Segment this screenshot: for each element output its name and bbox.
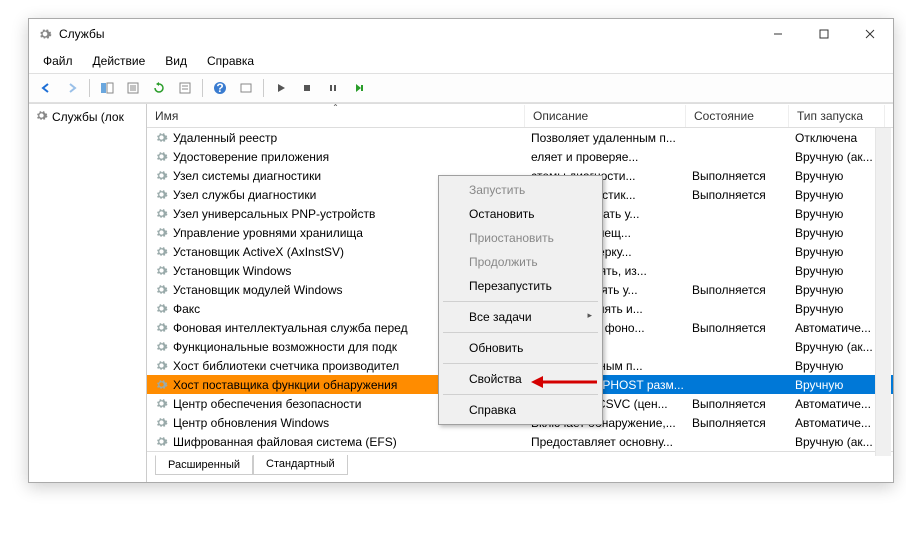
back-button[interactable] [35,77,57,99]
close-button[interactable] [847,19,893,49]
service-icon [153,321,169,334]
service-icon [153,378,169,391]
restart-service-button[interactable] [348,77,370,99]
cell-desc: еляет и проверяе... [531,150,692,164]
ctx-start: Запустить [441,178,600,202]
tab-extended[interactable]: Расширенный [155,455,253,475]
start-service-button[interactable] [270,77,292,99]
services-icon [37,26,53,42]
show-hide-tree-button[interactable] [96,77,118,99]
bottom-tabs: Расширенный Стандартный [147,451,893,482]
service-icon [153,188,169,201]
help-button[interactable]: ? [209,77,231,99]
table-row[interactable]: Шифрованная файловая система (EFS)Предос… [147,432,893,451]
cell-state: Выполняется [692,169,795,183]
menubar: Файл Действие Вид Справка [29,49,893,73]
titlebar: Службы [29,19,893,49]
tab-standard[interactable]: Стандартный [253,455,348,475]
service-icon [153,416,169,429]
sort-indicator-icon: ⌃ [332,103,339,112]
forward-button[interactable] [61,77,83,99]
cell-state: Выполняется [692,416,795,430]
context-menu: Запустить Остановить Приостановить Продо… [438,175,603,425]
stop-service-button[interactable] [296,77,318,99]
properties-button[interactable] [174,77,196,99]
service-icon [153,340,169,353]
table-row[interactable]: Удаленный реестрПозволяет удаленным п...… [147,128,893,147]
toolbar-separator [202,79,203,97]
service-icon [153,245,169,258]
service-icon [153,283,169,296]
service-icon [153,207,169,220]
ctx-restart[interactable]: Перезапустить [441,274,600,298]
col-header-name-label: Имя [155,109,178,123]
cell-state: Выполняется [692,321,795,335]
service-icon [153,131,169,144]
sidebar-item-label: Службы (лок [52,110,124,124]
service-icon [153,264,169,277]
services-icon [35,109,48,125]
maximize-button[interactable] [801,19,847,49]
ctx-refresh[interactable]: Обновить [441,336,600,360]
column-headers: ⌃ Имя Описание Состояние Тип запуска [147,104,893,128]
service-icon [153,150,169,163]
cell-name: Шифрованная файловая система (EFS) [173,435,531,449]
cell-state: Выполняется [692,397,795,411]
ctx-stop[interactable]: Остановить [441,202,600,226]
cell-desc: Предоставляет основну... [531,435,692,449]
service-icon [153,302,169,315]
service-icon [153,169,169,182]
sidebar-item-services[interactable]: Службы (лок [31,106,144,128]
cell-state: Выполняется [692,188,795,202]
service-icon [153,226,169,239]
ctx-separator [443,332,598,333]
minimize-button[interactable] [755,19,801,49]
col-header-desc[interactable]: Описание [525,105,686,127]
col-header-name[interactable]: ⌃ Имя [147,105,525,127]
col-header-state[interactable]: Состояние [686,105,789,127]
menu-action[interactable]: Действие [83,51,156,71]
table-row[interactable]: Удостоверение приложенияеляет и проверяе… [147,147,893,166]
ctx-pause: Приостановить [441,226,600,250]
menu-help[interactable]: Справка [197,51,264,71]
export-list-button[interactable] [122,77,144,99]
sidebar: Службы (лок [29,104,147,482]
menu-file[interactable]: Файл [33,51,83,71]
cell-name: Удостоверение приложения [173,150,531,164]
window-title: Службы [59,27,755,41]
ctx-separator [443,363,598,364]
ctx-properties[interactable]: Свойства [441,367,600,391]
cell-name: Удаленный реестр [173,131,531,145]
menu-view[interactable]: Вид [155,51,197,71]
refresh-button[interactable] [148,77,170,99]
ctx-help[interactable]: Справка [441,398,600,422]
ctx-all-tasks[interactable]: Все задачи [441,305,600,329]
toolbar-separator [89,79,90,97]
service-icon [153,359,169,372]
pause-service-button[interactable] [322,77,344,99]
cell-state: Выполняется [692,283,795,297]
ctx-separator [443,301,598,302]
col-header-start[interactable]: Тип запуска [789,105,885,127]
window-buttons [755,19,893,49]
cell-desc: Позволяет удаленным п... [531,131,692,145]
ctx-separator [443,394,598,395]
toolbar: ? [29,73,893,103]
service-icon [153,435,169,448]
svg-text:?: ? [216,81,223,95]
toolbar-separator [263,79,264,97]
ctx-resume: Продолжить [441,250,600,274]
toolbar-extra-button[interactable] [235,77,257,99]
service-icon [153,397,169,410]
vertical-scrollbar[interactable] [875,128,891,456]
